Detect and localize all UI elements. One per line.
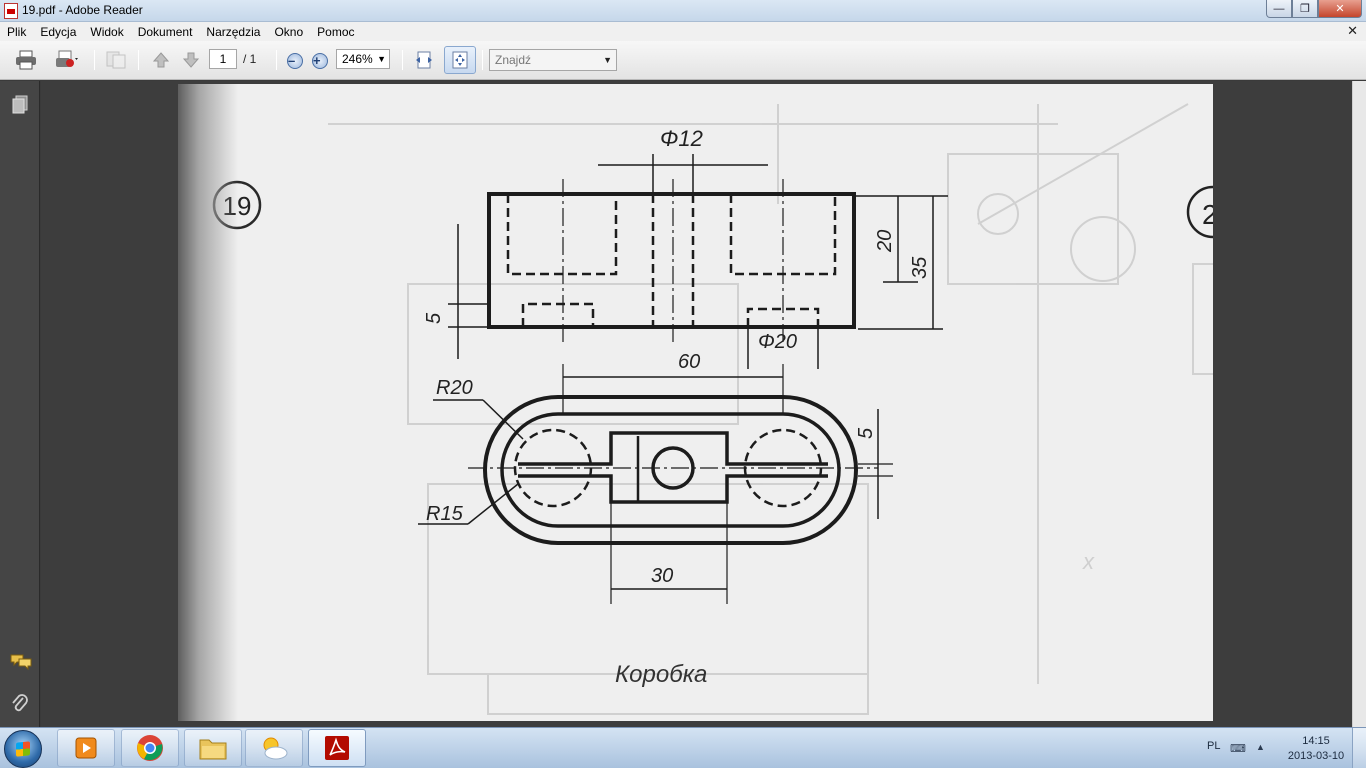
chevron-down-icon[interactable]: ▼ <box>603 50 612 70</box>
menu-help[interactable]: Pomoc <box>310 25 361 39</box>
zoom-out-icon: – <box>287 53 303 69</box>
toolbar-separator <box>138 50 139 70</box>
dim-phi20: Φ20 <box>758 331 797 353</box>
clock-date: 2013-03-10 <box>1287 750 1345 762</box>
dim-20: 20 <box>874 230 896 253</box>
window-title: 19.pdf - Adobe Reader <box>22 3 143 17</box>
menu-edit[interactable]: Edycja <box>33 25 83 39</box>
faint-background-mark: x <box>1082 549 1095 574</box>
menu-window[interactable]: Okno <box>267 25 310 39</box>
media-player-icon <box>75 737 97 759</box>
adobe-reader-icon <box>4 3 18 19</box>
menu-view[interactable]: Widok <box>83 25 130 39</box>
page-thumbnails-icon[interactable] <box>10 95 30 115</box>
dim-35: 35 <box>909 256 931 279</box>
find-input[interactable]: Znajdź ▼ <box>489 49 617 71</box>
weather-icon <box>263 737 288 760</box>
taskbar-chrome[interactable] <box>121 729 179 767</box>
close-button[interactable]: ✕ <box>1318 0 1362 18</box>
menu-document[interactable]: Dokument <box>131 25 200 39</box>
toolbar-separator <box>482 50 483 70</box>
comments-icon[interactable] <box>10 653 32 673</box>
share-button[interactable] <box>102 49 130 71</box>
create-pdf-button[interactable] <box>48 49 86 71</box>
fit-page-button[interactable] <box>444 46 476 74</box>
dim-phi12: Φ12 <box>660 126 703 151</box>
drawing-title: Коробка <box>615 661 707 688</box>
taskbar-adobe-reader[interactable] <box>308 729 366 767</box>
taskbar: PL ⌨ ▲ 14:15 2013-03-10 <box>0 727 1366 768</box>
dim-30: 30 <box>651 565 673 587</box>
start-button[interactable] <box>4 730 42 768</box>
dim-5-left: 5 <box>423 312 445 324</box>
menu-file[interactable]: Plik <box>0 25 33 39</box>
menu-tools[interactable]: Narzędzia <box>199 25 267 39</box>
technical-drawing: x 19 2 <box>212 103 1213 715</box>
taskbar-media-player[interactable] <box>57 729 115 767</box>
menu-bar: Plik Edycja Widok Dokument Narzędzia Okn… <box>0 22 1366 41</box>
toolbar <box>0 41 1366 80</box>
show-hidden-icons-icon[interactable]: ▲ <box>1256 742 1265 752</box>
next-page-button[interactable] <box>180 49 202 71</box>
clock-time: 14:15 <box>1302 735 1330 747</box>
dim-r15: R15 <box>426 503 464 525</box>
zoom-in-icon: + <box>312 53 328 69</box>
pdf-page: x 19 2 <box>178 84 1213 721</box>
clock[interactable]: 14:15 2013-03-10 <box>1283 734 1349 764</box>
page-number-input[interactable]: 1 <box>209 49 237 69</box>
close-document-icon[interactable]: ✕ <box>1347 23 1358 39</box>
toolbar-separator <box>94 50 95 70</box>
chevron-down-icon: ▼ <box>377 54 386 64</box>
navigation-pane <box>0 81 40 727</box>
dim-r20: R20 <box>436 377 473 399</box>
show-desktop-button[interactable] <box>1352 728 1366 768</box>
toolbar-separator <box>402 50 403 70</box>
chrome-icon <box>137 735 163 761</box>
maximize-button[interactable]: ❐ <box>1292 0 1318 18</box>
taskbar-weather[interactable] <box>245 729 303 767</box>
printer-icon <box>16 50 36 70</box>
fit-width-button[interactable] <box>412 49 436 71</box>
front-view <box>448 154 948 369</box>
attachments-icon[interactable] <box>10 693 30 713</box>
window-controls: — ❐ ✕ <box>1266 0 1362 18</box>
share-icon <box>106 51 126 69</box>
dim-60: 60 <box>678 351 700 373</box>
zoom-level-select[interactable]: 246% ▼ <box>336 49 390 69</box>
keyboard-icon[interactable]: ⌨ <box>1230 742 1246 755</box>
sheet-number-right: 2 <box>1202 199 1213 230</box>
print-button[interactable] <box>12 49 40 71</box>
zoom-in-button[interactable]: + <box>311 50 329 72</box>
dim-5-right: 5 <box>855 427 877 439</box>
taskbar-explorer[interactable] <box>184 729 242 767</box>
previous-page-button[interactable] <box>150 49 172 71</box>
find-placeholder: Znajdź <box>495 53 532 67</box>
fit-page-icon <box>452 51 468 69</box>
create-pdf-icon <box>56 50 78 67</box>
zoom-level-value: 246% <box>342 52 373 66</box>
minimize-button[interactable]: — <box>1266 0 1292 18</box>
language-indicator[interactable]: PL <box>1207 740 1220 752</box>
fit-width-icon <box>416 51 432 69</box>
adobe-reader-taskbar-icon <box>325 736 349 760</box>
page-scan-shadow <box>178 84 238 721</box>
page-total: / 1 <box>243 52 257 66</box>
vertical-scrollbar[interactable] <box>1352 81 1366 727</box>
toolbar-separator <box>276 50 277 70</box>
zoom-out-button[interactable]: – <box>286 50 304 72</box>
folder-icon <box>199 739 227 760</box>
arrow-down-icon <box>182 52 200 68</box>
title-bar: 19.pdf - Adobe Reader — ❐ ✕ <box>0 0 1366 22</box>
arrow-up-icon <box>152 52 170 68</box>
